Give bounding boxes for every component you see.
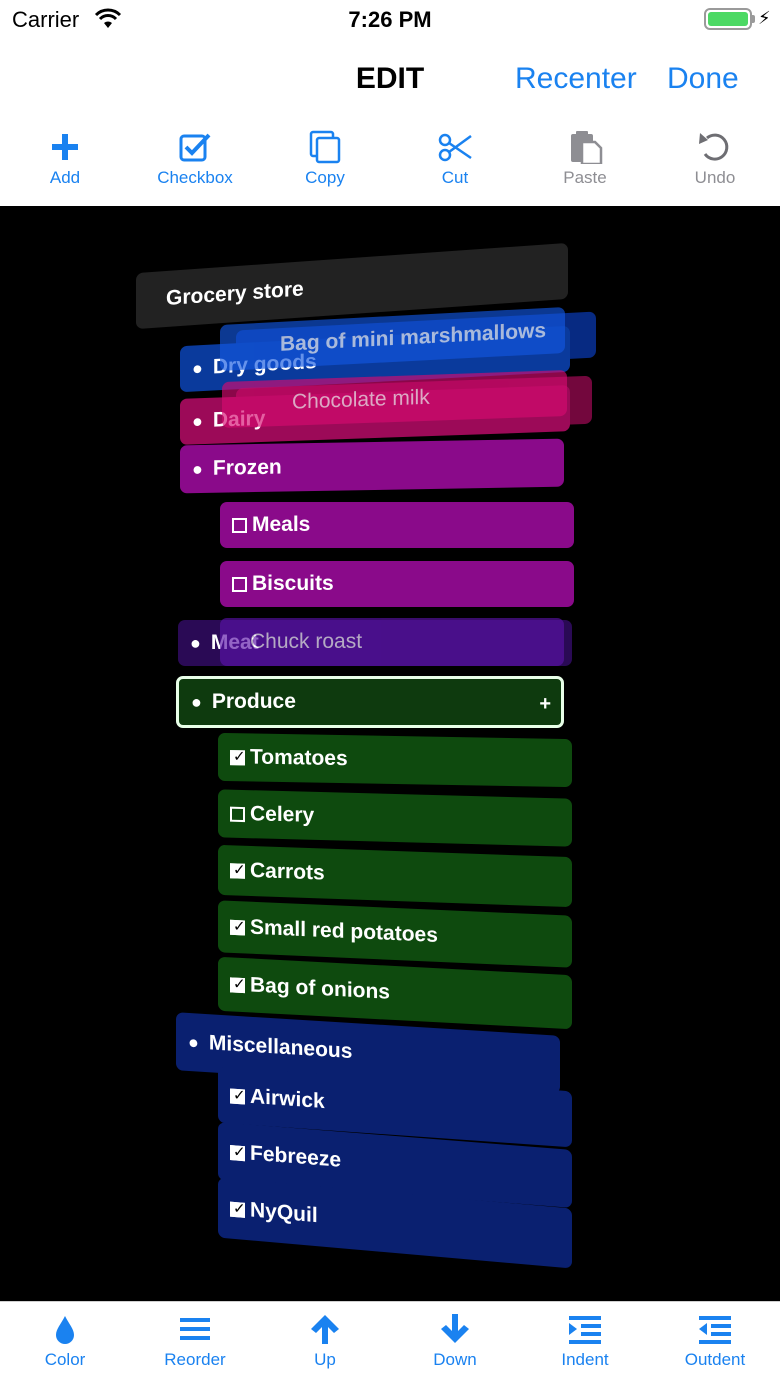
copy-button[interactable]: Copy [260,130,390,188]
paste-label: Paste [563,168,607,187]
item-label: Celery [250,802,315,827]
list-item[interactable]: Small red potatoes [218,900,572,968]
list-item[interactable]: Tomatoes [218,732,572,788]
clock: 7:26 PM [348,7,432,32]
hidden-item-label: Chocolate milk [292,385,430,414]
expand-plus-icon[interactable]: + [539,693,551,716]
paste-icon [571,131,603,164]
root-label: Grocery store [166,277,304,311]
scissors-icon [438,133,472,162]
add-button[interactable]: Add [0,130,130,188]
outdent-label: Outdent [684,1350,746,1369]
charging-bolt-icon: ⚡ [758,8,771,28]
category-label: Frozen [212,455,282,480]
outdent-icon [699,1316,731,1344]
recenter-button[interactable]: Recenter [515,62,637,96]
up-label: Up [314,1350,336,1369]
list-item[interactable]: Biscuits [220,561,574,607]
copy-label: Copy [305,168,345,187]
paste-button[interactable]: Paste [520,130,650,188]
category-label: Produce [211,690,296,713]
checkbox-checked-icon[interactable] [230,1144,245,1161]
checkbox-icon [179,133,211,162]
hidden-item-card[interactable]: Chuck roast [220,618,564,666]
bullet-icon: ● [192,458,203,479]
item-label: Carrots [250,858,325,885]
checkbox-checked-icon[interactable] [230,1087,245,1105]
category-frozen[interactable]: ● Frozen [180,438,564,494]
battery-tip [752,15,755,23]
item-label: Meals [252,513,311,536]
indent-button[interactable]: Indent [520,1312,650,1370]
list-item[interactable]: Celery [218,789,572,847]
reorder-button[interactable]: Reorder [130,1312,260,1370]
list-item[interactable]: Meals [220,502,574,548]
checkbox-checked-icon[interactable] [230,919,245,935]
hidden-item-label: Chuck roast [250,630,363,653]
item-label: Tomatoes [250,745,348,771]
list-item[interactable]: Carrots [218,844,572,908]
bullet-icon: ● [191,691,202,712]
checkbox-button[interactable]: Checkbox [130,130,260,188]
item-label: Febreeze [250,1141,342,1172]
hidden-item-label: Bag of mini marshmallows [280,318,547,356]
item-label: Bag of onions [250,973,390,1004]
checkbox-unchecked-icon[interactable] [232,576,247,592]
checkbox-unchecked-icon[interactable] [232,517,247,533]
outline-3d-canvas[interactable]: Grocery store ● Dry goods Bag of mini ma… [0,206,780,1301]
page-title: EDIT [355,62,425,95]
cut-label: Cut [441,168,469,187]
category-produce-selected[interactable]: ● Produce + [176,676,564,728]
arrow-up-icon [311,1315,339,1344]
item-label: Airwick [250,1084,325,1114]
checkbox-label: Checkbox [157,168,233,187]
bullet-icon: ● [192,410,203,431]
move-up-button[interactable]: Up [260,1312,390,1370]
reorder-label: Reorder [164,1350,226,1369]
cut-button[interactable]: Cut [390,130,520,188]
color-label: Color [44,1350,86,1369]
undo-label: Undo [694,168,736,187]
indent-label: Indent [561,1350,609,1369]
item-label: Small red potatoes [250,915,438,947]
color-button[interactable]: Color [0,1312,130,1370]
outdent-button[interactable]: Outdent [650,1312,780,1370]
done-button[interactable]: Done [667,62,739,96]
down-label: Down [433,1350,477,1369]
arrow-down-icon [441,1314,469,1343]
checkbox-unchecked-icon[interactable] [230,806,245,822]
undo-button[interactable]: Undo [650,130,780,188]
copy-icon [309,130,341,164]
bullet-icon: ● [190,632,201,653]
checkbox-checked-icon[interactable] [230,749,245,765]
indent-icon [569,1316,601,1344]
plus-icon [52,134,78,160]
move-down-button[interactable]: Down [390,1312,520,1370]
undo-icon [699,133,729,161]
category-label: Miscellaneous [208,1031,353,1064]
bullet-icon: ● [192,357,203,379]
checkbox-checked-icon[interactable] [230,976,245,993]
droplet-icon [56,1316,74,1344]
reorder-icon [180,1318,210,1340]
navigation-bar: EDIT Recenter Done [0,40,780,120]
add-label: Add [49,168,81,187]
arrange-toolbar: Color Reorder Up Down Indent Outdent [0,1301,780,1387]
item-label: Biscuits [252,572,334,595]
item-label: NyQuil [250,1198,318,1228]
bullet-icon: ● [188,1031,199,1053]
status-bar: Carrier 7:26 PM ⚡ [0,0,780,40]
checkbox-checked-icon[interactable] [230,862,245,879]
battery-icon [704,8,752,30]
checkbox-checked-icon[interactable] [230,1201,245,1218]
edit-toolbar: Add Checkbox Copy Cut Paste Undo [0,120,780,206]
